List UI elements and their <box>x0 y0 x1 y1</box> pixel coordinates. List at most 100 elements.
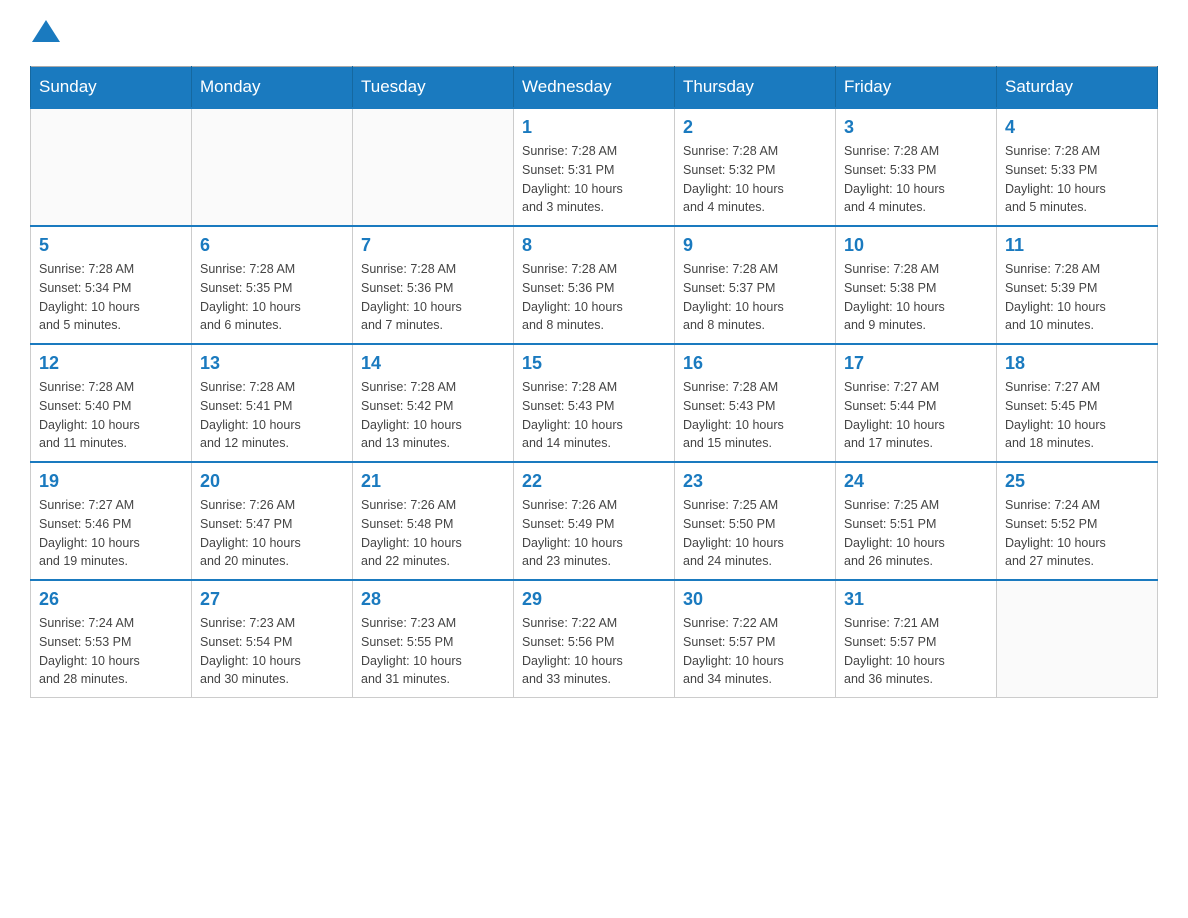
day-number: 27 <box>200 589 344 610</box>
day-number: 6 <box>200 235 344 256</box>
day-info: Sunrise: 7:26 AMSunset: 5:49 PMDaylight:… <box>522 496 666 571</box>
day-number: 14 <box>361 353 505 374</box>
day-number: 30 <box>683 589 827 610</box>
day-number: 28 <box>361 589 505 610</box>
calendar-cell: 30 Sunrise: 7:22 AMSunset: 5:57 PMDayligh… <box>675 580 836 698</box>
logo-triangle-icon <box>32 20 60 42</box>
week-row-3: 19 Sunrise: 7:27 AMSunset: 5:46 PMDayligh… <box>31 462 1158 580</box>
day-info: Sunrise: 7:28 AMSunset: 5:40 PMDaylight:… <box>39 378 183 453</box>
day-number: 4 <box>1005 117 1149 138</box>
calendar-cell: 28 Sunrise: 7:23 AMSunset: 5:55 PMDayligh… <box>353 580 514 698</box>
day-number: 31 <box>844 589 988 610</box>
calendar-cell: 11 Sunrise: 7:28 AMSunset: 5:39 PMDayligh… <box>997 226 1158 344</box>
logo <box>30 20 60 46</box>
calendar-cell: 1 Sunrise: 7:28 AMSunset: 5:31 PMDaylight… <box>514 108 675 226</box>
day-info: Sunrise: 7:28 AMSunset: 5:36 PMDaylight:… <box>522 260 666 335</box>
day-info: Sunrise: 7:28 AMSunset: 5:37 PMDaylight:… <box>683 260 827 335</box>
day-number: 25 <box>1005 471 1149 492</box>
week-row-2: 12 Sunrise: 7:28 AMSunset: 5:40 PMDayligh… <box>31 344 1158 462</box>
calendar-cell: 8 Sunrise: 7:28 AMSunset: 5:36 PMDaylight… <box>514 226 675 344</box>
day-number: 3 <box>844 117 988 138</box>
week-row-1: 5 Sunrise: 7:28 AMSunset: 5:34 PMDaylight… <box>31 226 1158 344</box>
day-number: 9 <box>683 235 827 256</box>
day-info: Sunrise: 7:28 AMSunset: 5:43 PMDaylight:… <box>522 378 666 453</box>
day-number: 18 <box>1005 353 1149 374</box>
day-number: 1 <box>522 117 666 138</box>
day-info: Sunrise: 7:25 AMSunset: 5:50 PMDaylight:… <box>683 496 827 571</box>
calendar-cell <box>31 108 192 226</box>
day-info: Sunrise: 7:23 AMSunset: 5:54 PMDaylight:… <box>200 614 344 689</box>
week-row-4: 26 Sunrise: 7:24 AMSunset: 5:53 PMDayligh… <box>31 580 1158 698</box>
calendar-cell: 6Sunrise: 7:28 AMSunset: 5:35 PMDaylight… <box>192 226 353 344</box>
day-number: 13 <box>200 353 344 374</box>
calendar-cell: 15 Sunrise: 7:28 AMSunset: 5:43 PMDayligh… <box>514 344 675 462</box>
day-number: 19 <box>39 471 183 492</box>
day-info: Sunrise: 7:27 AMSunset: 5:46 PMDaylight:… <box>39 496 183 571</box>
logo-line1 <box>30 20 60 46</box>
calendar-cell: 24Sunrise: 7:25 AMSunset: 5:51 PMDayligh… <box>836 462 997 580</box>
calendar-cell: 3 Sunrise: 7:28 AMSunset: 5:33 PMDaylight… <box>836 108 997 226</box>
day-info: Sunrise: 7:28 AMSunset: 5:43 PMDaylight:… <box>683 378 827 453</box>
day-info: Sunrise: 7:26 AMSunset: 5:47 PMDaylight:… <box>200 496 344 571</box>
day-info: Sunrise: 7:28 AMSunset: 5:39 PMDaylight:… <box>1005 260 1149 335</box>
day-number: 8 <box>522 235 666 256</box>
day-info: Sunrise: 7:28 AMSunset: 5:34 PMDaylight:… <box>39 260 183 335</box>
weekday-header-friday: Friday <box>836 67 997 109</box>
day-info: Sunrise: 7:27 AMSunset: 5:44 PMDaylight:… <box>844 378 988 453</box>
calendar-cell: 19 Sunrise: 7:27 AMSunset: 5:46 PMDayligh… <box>31 462 192 580</box>
day-info: Sunrise: 7:23 AMSunset: 5:55 PMDaylight:… <box>361 614 505 689</box>
day-number: 29 <box>522 589 666 610</box>
day-info: Sunrise: 7:28 AMSunset: 5:33 PMDaylight:… <box>844 142 988 217</box>
day-number: 15 <box>522 353 666 374</box>
day-number: 24 <box>844 471 988 492</box>
calendar-cell <box>997 580 1158 698</box>
day-info: Sunrise: 7:27 AMSunset: 5:45 PMDaylight:… <box>1005 378 1149 453</box>
calendar-cell: 29 Sunrise: 7:22 AMSunset: 5:56 PMDayligh… <box>514 580 675 698</box>
calendar-cell: 31Sunrise: 7:21 AMSunset: 5:57 PMDayligh… <box>836 580 997 698</box>
weekday-header-monday: Monday <box>192 67 353 109</box>
day-info: Sunrise: 7:24 AMSunset: 5:52 PMDaylight:… <box>1005 496 1149 571</box>
day-number: 11 <box>1005 235 1149 256</box>
calendar-cell: 20 Sunrise: 7:26 AMSunset: 5:47 PMDayligh… <box>192 462 353 580</box>
day-info: Sunrise: 7:28 AMSunset: 5:41 PMDaylight:… <box>200 378 344 453</box>
calendar-cell: 2Sunrise: 7:28 AMSunset: 5:32 PMDaylight… <box>675 108 836 226</box>
calendar-cell: 18 Sunrise: 7:27 AMSunset: 5:45 PMDayligh… <box>997 344 1158 462</box>
day-number: 23 <box>683 471 827 492</box>
weekday-header-wednesday: Wednesday <box>514 67 675 109</box>
calendar-cell: 22 Sunrise: 7:26 AMSunset: 5:49 PMDayligh… <box>514 462 675 580</box>
day-number: 5 <box>39 235 183 256</box>
day-info: Sunrise: 7:28 AMSunset: 5:31 PMDaylight:… <box>522 142 666 217</box>
day-info: Sunrise: 7:28 AMSunset: 5:32 PMDaylight:… <box>683 142 827 217</box>
day-number: 16 <box>683 353 827 374</box>
calendar-table: SundayMondayTuesdayWednesdayThursdayFrid… <box>30 66 1158 698</box>
calendar-cell: 12 Sunrise: 7:28 AMSunset: 5:40 PMDayligh… <box>31 344 192 462</box>
calendar-cell: 27 Sunrise: 7:23 AMSunset: 5:54 PMDayligh… <box>192 580 353 698</box>
day-info: Sunrise: 7:28 AMSunset: 5:38 PMDaylight:… <box>844 260 988 335</box>
calendar-cell: 7Sunrise: 7:28 AMSunset: 5:36 PMDaylight… <box>353 226 514 344</box>
day-number: 12 <box>39 353 183 374</box>
calendar-cell: 23 Sunrise: 7:25 AMSunset: 5:50 PMDayligh… <box>675 462 836 580</box>
day-info: Sunrise: 7:22 AMSunset: 5:56 PMDaylight:… <box>522 614 666 689</box>
weekday-header-sunday: Sunday <box>31 67 192 109</box>
day-info: Sunrise: 7:26 AMSunset: 5:48 PMDaylight:… <box>361 496 505 571</box>
day-number: 22 <box>522 471 666 492</box>
calendar-cell: 4Sunrise: 7:28 AMSunset: 5:33 PMDaylight… <box>997 108 1158 226</box>
weekday-header-tuesday: Tuesday <box>353 67 514 109</box>
day-info: Sunrise: 7:22 AMSunset: 5:57 PMDaylight:… <box>683 614 827 689</box>
day-number: 26 <box>39 589 183 610</box>
page-header <box>30 20 1158 46</box>
day-number: 10 <box>844 235 988 256</box>
day-number: 20 <box>200 471 344 492</box>
calendar-cell <box>353 108 514 226</box>
weekday-header-row: SundayMondayTuesdayWednesdayThursdayFrid… <box>31 67 1158 109</box>
week-row-0: 1 Sunrise: 7:28 AMSunset: 5:31 PMDaylight… <box>31 108 1158 226</box>
calendar-cell: 17 Sunrise: 7:27 AMSunset: 5:44 PMDayligh… <box>836 344 997 462</box>
calendar-cell: 16 Sunrise: 7:28 AMSunset: 5:43 PMDayligh… <box>675 344 836 462</box>
day-number: 17 <box>844 353 988 374</box>
day-number: 7 <box>361 235 505 256</box>
day-number: 21 <box>361 471 505 492</box>
day-info: Sunrise: 7:24 AMSunset: 5:53 PMDaylight:… <box>39 614 183 689</box>
calendar-cell: 14Sunrise: 7:28 AMSunset: 5:42 PMDayligh… <box>353 344 514 462</box>
calendar-cell: 5 Sunrise: 7:28 AMSunset: 5:34 PMDaylight… <box>31 226 192 344</box>
calendar-cell: 13 Sunrise: 7:28 AMSunset: 5:41 PMDayligh… <box>192 344 353 462</box>
